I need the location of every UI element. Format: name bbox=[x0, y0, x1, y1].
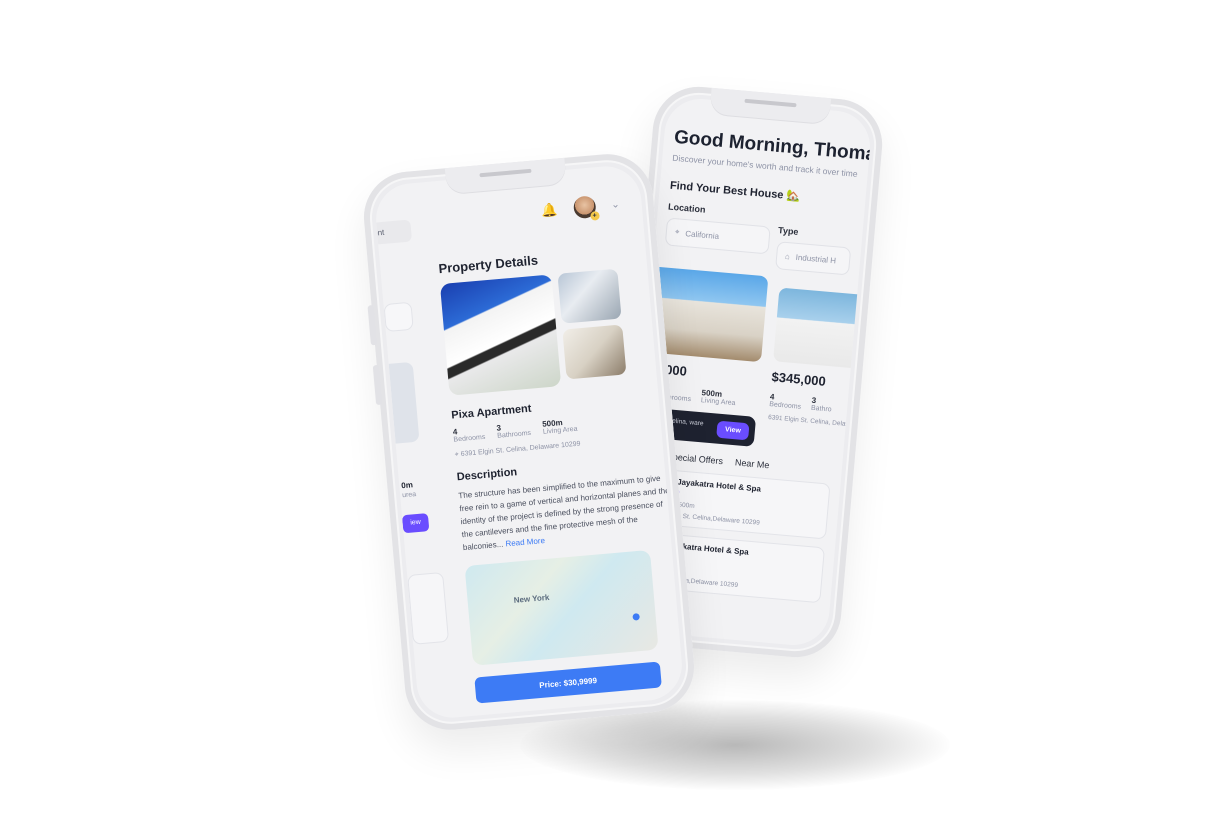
view-button[interactable]: View bbox=[716, 420, 750, 440]
avatar[interactable]: + bbox=[572, 195, 600, 221]
map-pin-icon bbox=[632, 613, 640, 621]
property-card-2[interactable]: $345,000 4 Bedrooms 3 Bathro 6391 Elgin St… bbox=[765, 278, 873, 459]
prev-card bbox=[407, 571, 450, 645]
chevron-down-icon[interactable]: ⌄ bbox=[611, 199, 620, 211]
prev-image bbox=[388, 361, 420, 444]
home-icon: ⌂ bbox=[784, 251, 791, 261]
area-stat: 500m Living Area bbox=[700, 388, 736, 408]
area-stat: 500m Living Area bbox=[541, 418, 578, 436]
location-field[interactable]: ⌖ California bbox=[664, 217, 771, 255]
price-button[interactable]: Price: $30,9999 bbox=[474, 661, 662, 704]
type-field[interactable]: ⌂ Industrial H bbox=[774, 241, 852, 276]
card-address-2: 6391 Elgin St. Celina, Delaware 10299 bbox=[767, 414, 873, 431]
property-image-2 bbox=[773, 287, 873, 372]
tab-near-me[interactable]: Near Me bbox=[735, 457, 770, 470]
bedrooms-stat: 4 Bedrooms bbox=[768, 392, 802, 411]
main-photo[interactable] bbox=[439, 274, 562, 396]
bell-icon[interactable]: 🔔 bbox=[541, 202, 559, 219]
map-city-label: New York bbox=[513, 592, 550, 605]
details-screen: ent 0m urea iew 🔔 + ⌄ Property Details P… bbox=[373, 163, 685, 721]
location-pin-icon: ⌖ bbox=[674, 227, 680, 237]
location-value: California bbox=[684, 228, 720, 241]
filter-icon[interactable] bbox=[383, 301, 414, 333]
type-value: Industrial H bbox=[795, 252, 837, 265]
thumb-photo[interactable] bbox=[557, 268, 622, 324]
side-button bbox=[367, 305, 377, 346]
bathrooms-stat-2: 3 Bathro bbox=[810, 395, 832, 414]
location-map[interactable]: New York bbox=[464, 549, 659, 666]
photo-gallery bbox=[396, 267, 643, 399]
read-more-link[interactable]: Read More bbox=[505, 536, 545, 548]
list-area: 500m bbox=[678, 501, 695, 510]
side-button bbox=[372, 364, 383, 406]
speaker bbox=[479, 168, 532, 178]
prev-view-button[interactable]: iew bbox=[401, 513, 430, 534]
details-phone: ent 0m urea iew 🔔 + ⌄ Property Details P… bbox=[360, 150, 698, 734]
location-label: Location bbox=[667, 201, 706, 215]
bathrooms-stat: 3 Bathrooms bbox=[496, 423, 532, 440]
bedrooms-stat: 4 Bedrooms bbox=[452, 427, 486, 444]
thumb-photo[interactable] bbox=[562, 324, 627, 380]
add-badge-icon: + bbox=[589, 211, 600, 221]
prev-value: 0m urea bbox=[400, 480, 417, 500]
type-label: Type bbox=[777, 225, 799, 237]
property-price-2: $345,000 bbox=[771, 369, 827, 389]
prev-tag: ent bbox=[373, 219, 413, 245]
speaker bbox=[744, 98, 797, 108]
mockup-stage: Good Morning, Thomas 🎉 Discover your hom… bbox=[0, 0, 1231, 830]
